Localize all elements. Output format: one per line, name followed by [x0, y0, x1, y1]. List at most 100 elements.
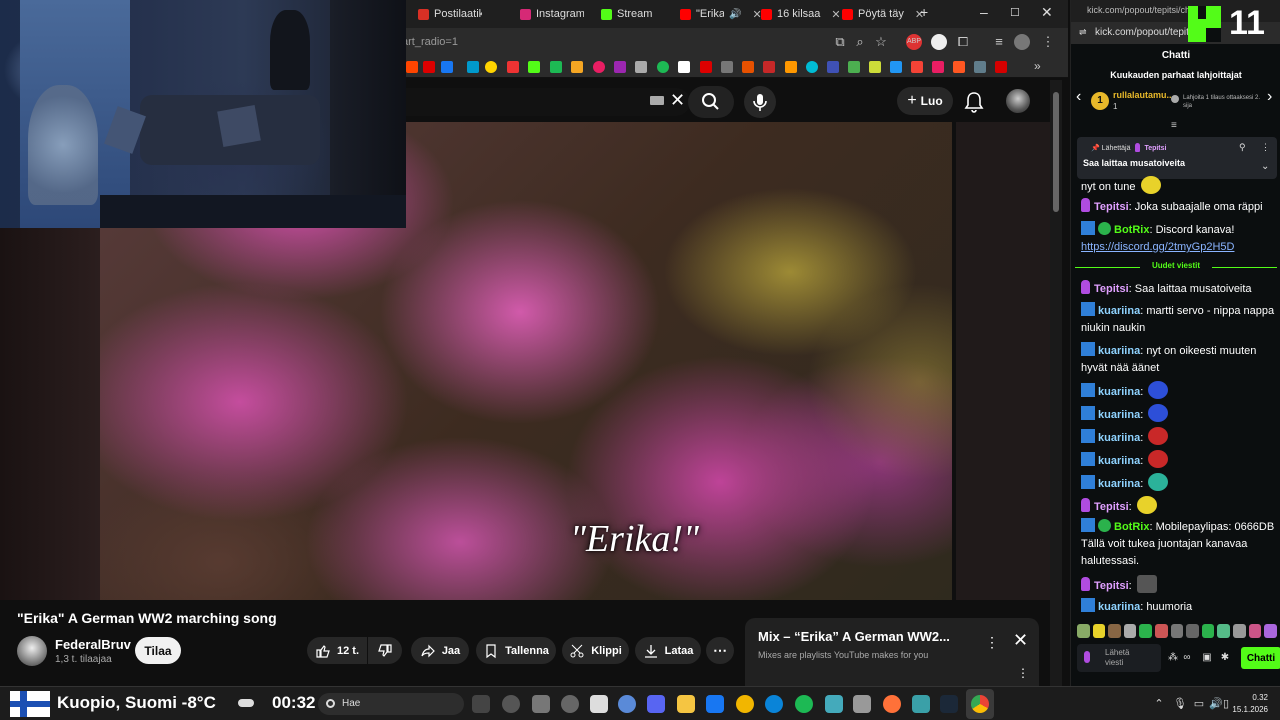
bookmark-icon[interactable] — [678, 61, 690, 73]
extensions-puzzle-icon[interactable]: ⧠ — [955, 34, 971, 50]
emote-icon[interactable] — [1217, 624, 1231, 638]
emote-icon[interactable] — [1092, 624, 1106, 638]
bookmark-icon[interactable] — [657, 61, 669, 73]
tab-poyta[interactable]: Pöytä täy ✕ — [842, 4, 924, 24]
mix-playlist-card[interactable]: Mix – “Erika” A German WW2... Mixes are … — [745, 618, 1039, 686]
collapse-icon[interactable]: ≡ — [1171, 120, 1177, 131]
emote-icon[interactable] — [1139, 624, 1153, 638]
message-user[interactable]: Tepitsi — [1094, 501, 1129, 513]
voice-search-button[interactable] — [744, 86, 776, 118]
message-user[interactable]: BotRix — [1114, 224, 1149, 236]
spotify-icon[interactable] — [795, 695, 813, 713]
settings-app-icon[interactable] — [618, 695, 636, 713]
extension-icon[interactable] — [931, 34, 947, 50]
bookmark-icon[interactable] — [423, 61, 435, 73]
firefox-icon[interactable] — [883, 695, 901, 713]
bookmark-icon[interactable] — [763, 61, 775, 73]
bookmark-icon[interactable] — [848, 61, 860, 73]
app-icon[interactable] — [736, 695, 754, 713]
send-chat-button[interactable]: Chatti — [1241, 647, 1280, 669]
steam-icon[interactable] — [940, 695, 958, 713]
bookmark-icon[interactable] — [528, 61, 540, 73]
message-user[interactable]: kuariina — [1098, 432, 1140, 444]
app-icon[interactable] — [561, 695, 579, 713]
discord-icon[interactable] — [647, 695, 665, 713]
chevron-down-icon[interactable]: ⌄ — [1261, 161, 1269, 172]
emote-icon[interactable] — [1264, 624, 1277, 638]
message-user[interactable]: kuariina — [1098, 455, 1140, 467]
more-icon[interactable]: ⋮ — [1261, 142, 1270, 153]
search-input[interactable] — [400, 88, 690, 116]
unpin-icon[interactable]: ⚲ — [1239, 142, 1246, 153]
points-icon[interactable]: ⁂ — [1167, 652, 1179, 664]
bookmark-icon[interactable] — [593, 61, 605, 73]
profile-icon[interactable] — [1014, 34, 1030, 50]
subscribe-button[interactable]: Tilaa — [135, 637, 181, 664]
maximize-icon[interactable]: ☐ — [1010, 6, 1020, 19]
like-button[interactable]: 12 t. — [307, 637, 367, 664]
file-explorer-icon[interactable] — [677, 695, 695, 713]
bookmark-icon[interactable] — [742, 61, 754, 73]
message-user[interactable]: kuariina — [1098, 305, 1140, 317]
bookmark-star-icon[interactable]: ☆ — [873, 34, 889, 50]
chevron-up-icon[interactable]: ⌃ — [1153, 698, 1165, 710]
dislike-button[interactable] — [368, 637, 402, 664]
gift-icon[interactable]: ▣ — [1201, 652, 1213, 664]
app-icon[interactable] — [532, 695, 550, 713]
clear-search-icon[interactable]: ✕ — [670, 90, 685, 111]
bookmark-icon[interactable] — [974, 61, 986, 73]
bookmark-icon[interactable] — [635, 61, 647, 73]
save-button[interactable]: Tallenna — [476, 637, 556, 664]
bookmark-icon[interactable] — [932, 61, 944, 73]
emote-icon[interactable] — [1170, 624, 1184, 638]
emote-icon[interactable] — [1233, 624, 1246, 638]
media-controls-icon[interactable]: ≡ — [991, 34, 1007, 50]
bookmark-icon[interactable] — [721, 61, 733, 73]
scrollbar-thumb[interactable] — [1053, 92, 1059, 212]
clip-button[interactable]: Klippi — [562, 637, 629, 664]
pinned-message[interactable]: 📌 Lähettäjä Tepitsi Saa laittaa musatoiv… — [1077, 137, 1277, 179]
bookmark-icon[interactable] — [441, 61, 453, 73]
gifter-name[interactable]: rullalautamu... — [1113, 90, 1174, 100]
search-button[interactable] — [688, 86, 734, 118]
install-icon[interactable]: ⧉ — [832, 34, 848, 50]
channel-name[interactable]: FederalBruv — [55, 637, 131, 652]
bookmark-icon[interactable] — [995, 61, 1007, 73]
minimize-icon[interactable]: – — [980, 4, 988, 20]
emote-icon[interactable] — [1123, 624, 1137, 638]
network-icon[interactable]: ▭ — [1193, 698, 1205, 710]
app-icon[interactable] — [825, 695, 843, 713]
message-user[interactable]: Tepitsi — [1094, 283, 1129, 295]
message-user[interactable]: kuariina — [1098, 409, 1140, 421]
message-user[interactable]: Tepitsi — [1094, 201, 1129, 213]
bookmark-icon[interactable] — [785, 61, 797, 73]
bookmark-icon[interactable] — [485, 61, 497, 73]
menu-icon[interactable]: ⋮ — [1017, 666, 1029, 680]
url-text[interactable]: art_radio=1 — [402, 36, 458, 48]
close-icon[interactable]: ✕ — [1013, 630, 1028, 651]
bookmark-icon[interactable] — [911, 61, 923, 73]
more-bookmarks-icon[interactable]: » — [1034, 59, 1041, 73]
close-window-icon[interactable]: ✕ — [1041, 4, 1053, 21]
close-icon[interactable]: ✕ — [831, 8, 840, 21]
tab-stream[interactable]: Stream — [601, 4, 652, 24]
chat-input[interactable]: Lähetä viesti — [1077, 644, 1161, 672]
app-icon[interactable] — [502, 695, 520, 713]
bookmark-icon[interactable] — [700, 61, 712, 73]
zoom-icon[interactable]: ⌕ — [852, 34, 868, 50]
tab-instagram[interactable]: Instagram — [520, 4, 584, 24]
bookmark-icon[interactable] — [869, 61, 881, 73]
app-icon[interactable] — [912, 695, 930, 713]
mic-icon[interactable]: 🎙 — [1173, 698, 1187, 710]
chat-url[interactable]: kick.com/popout/tepit — [1095, 27, 1189, 38]
menu-icon[interactable]: ⋮ — [1040, 34, 1056, 50]
weather-widget[interactable]: Kuopio, Suomi -8°C — [57, 693, 216, 713]
account-avatar[interactable] — [1006, 89, 1030, 113]
adblock-icon[interactable]: ABP — [906, 34, 922, 50]
audio-app-icon[interactable] — [472, 695, 490, 713]
bookmark-icon[interactable] — [507, 61, 519, 73]
create-button[interactable]: + Luo — [897, 87, 953, 115]
bookmark-icon[interactable] — [467, 61, 479, 73]
app-icon[interactable] — [853, 695, 871, 713]
notifications-bell-icon[interactable] — [962, 90, 986, 114]
